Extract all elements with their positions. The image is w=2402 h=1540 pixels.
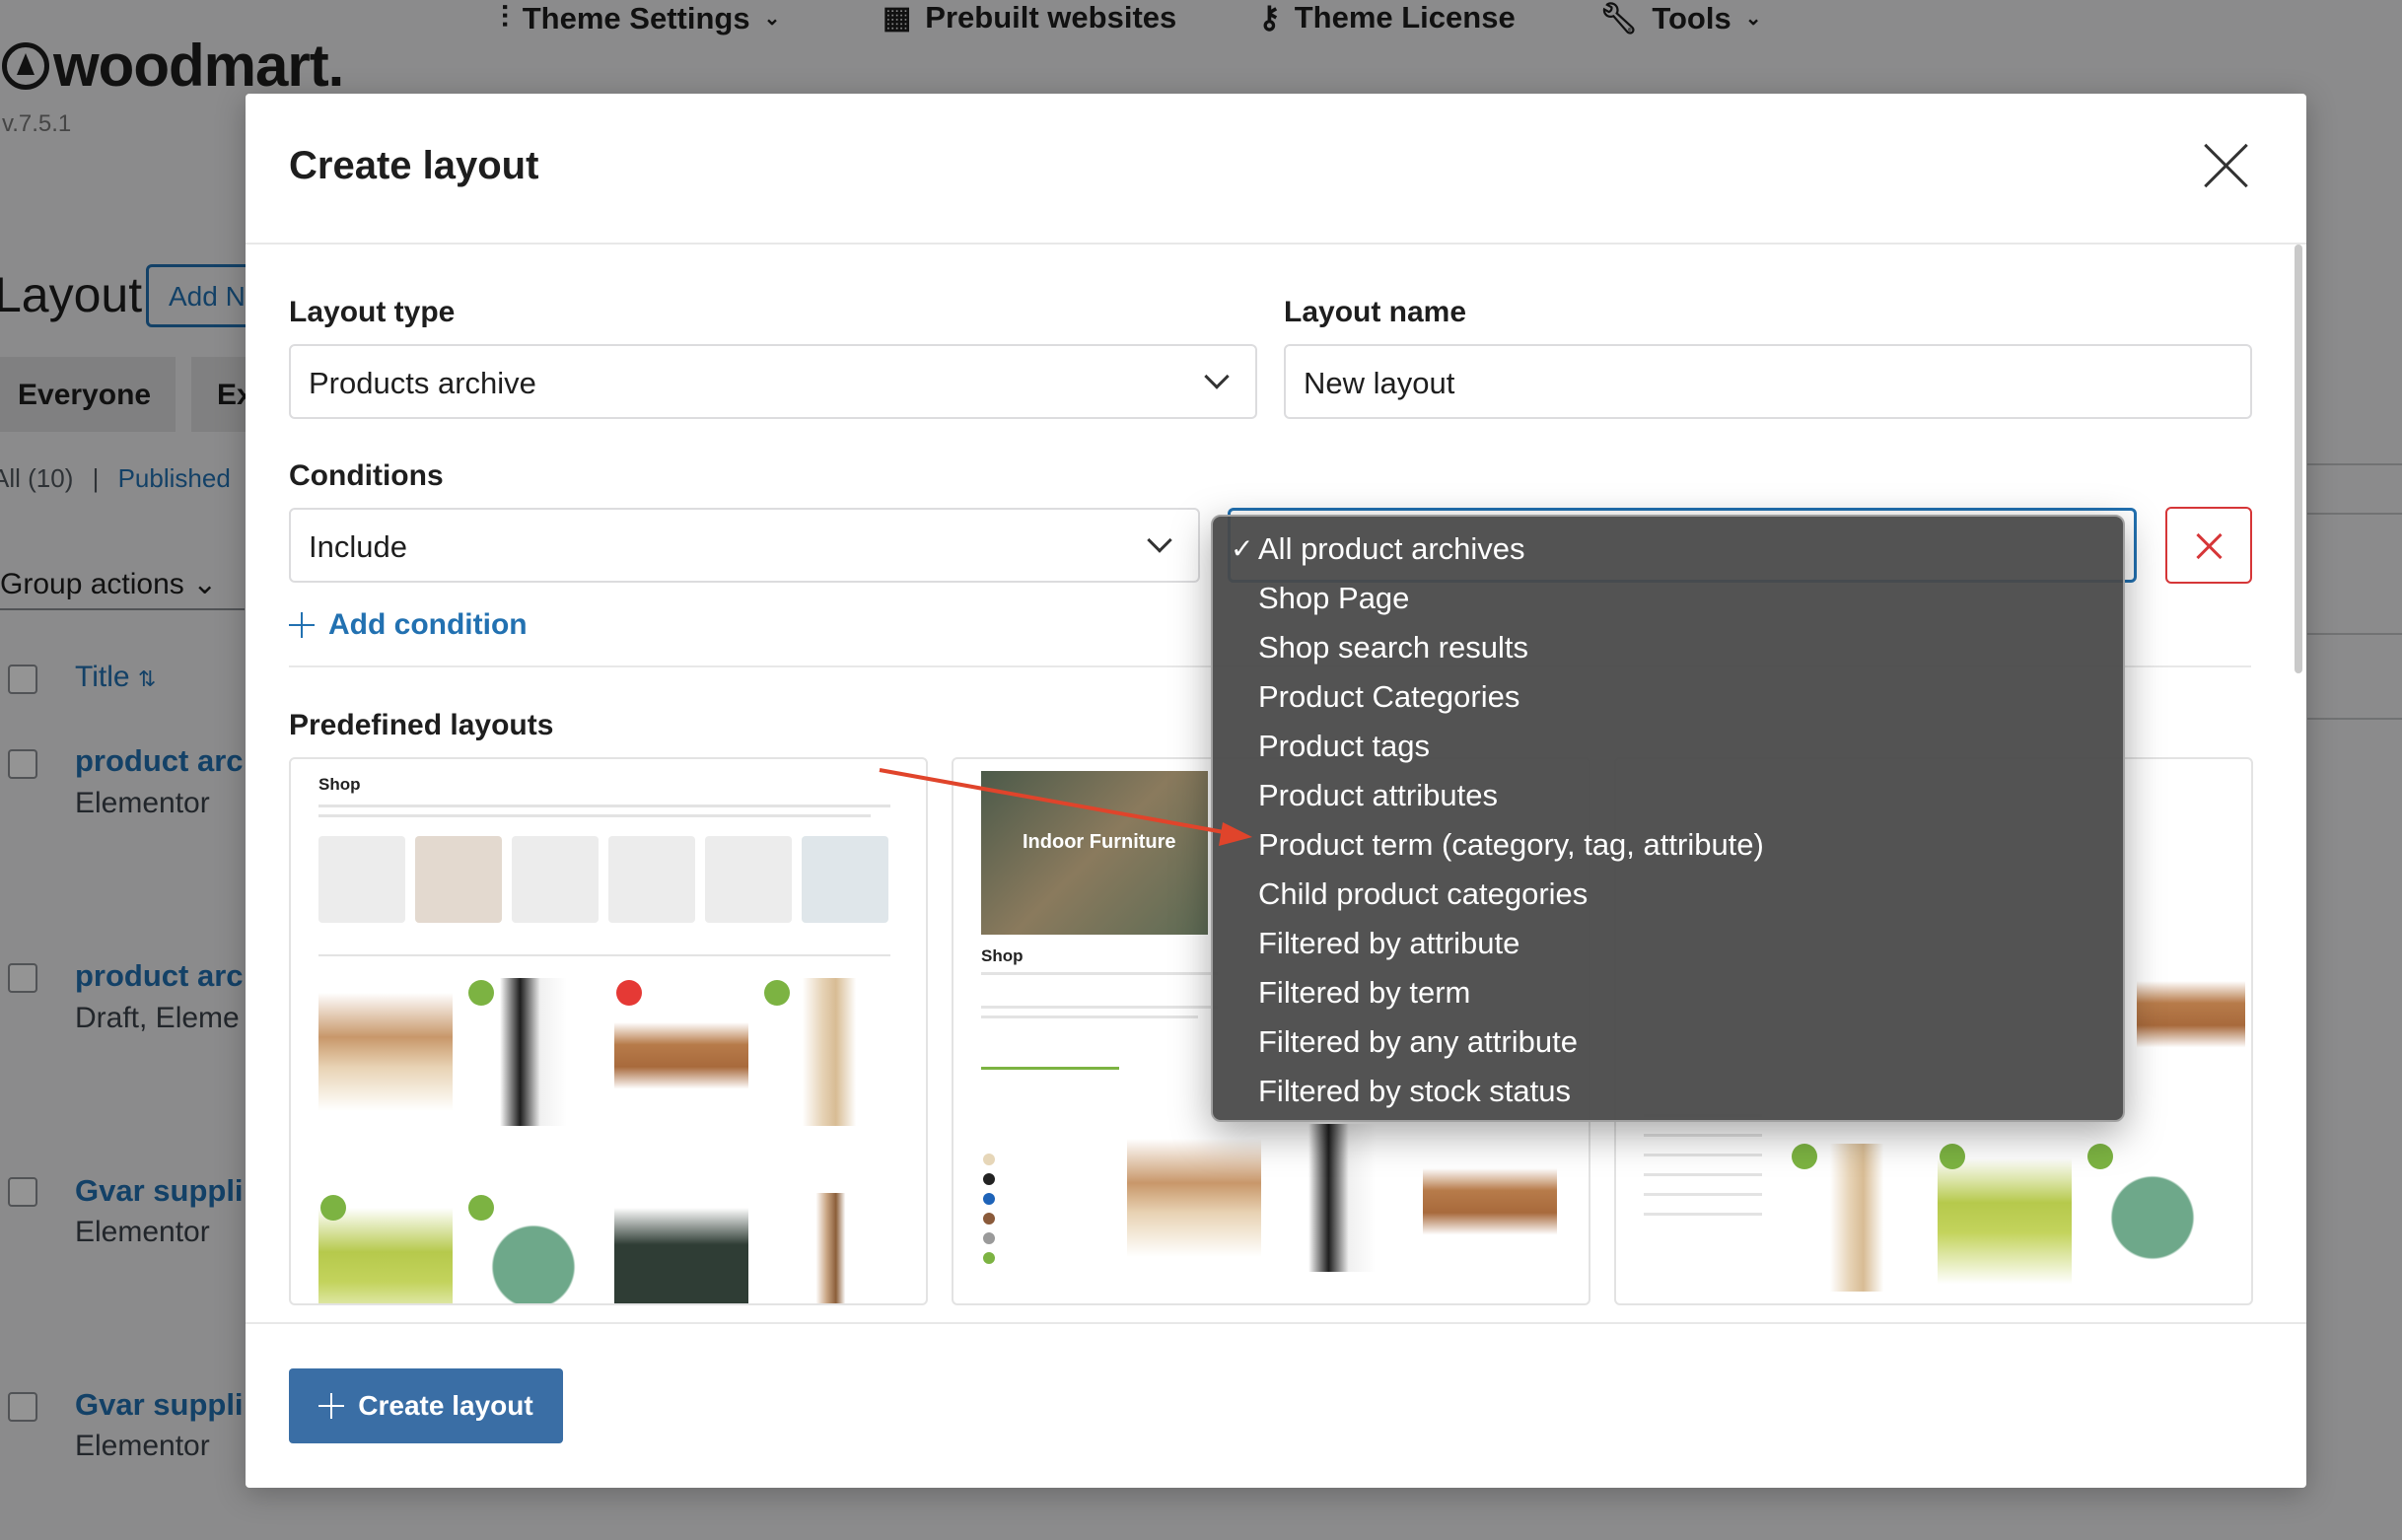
annotation-arrow-icon <box>879 768 1252 846</box>
